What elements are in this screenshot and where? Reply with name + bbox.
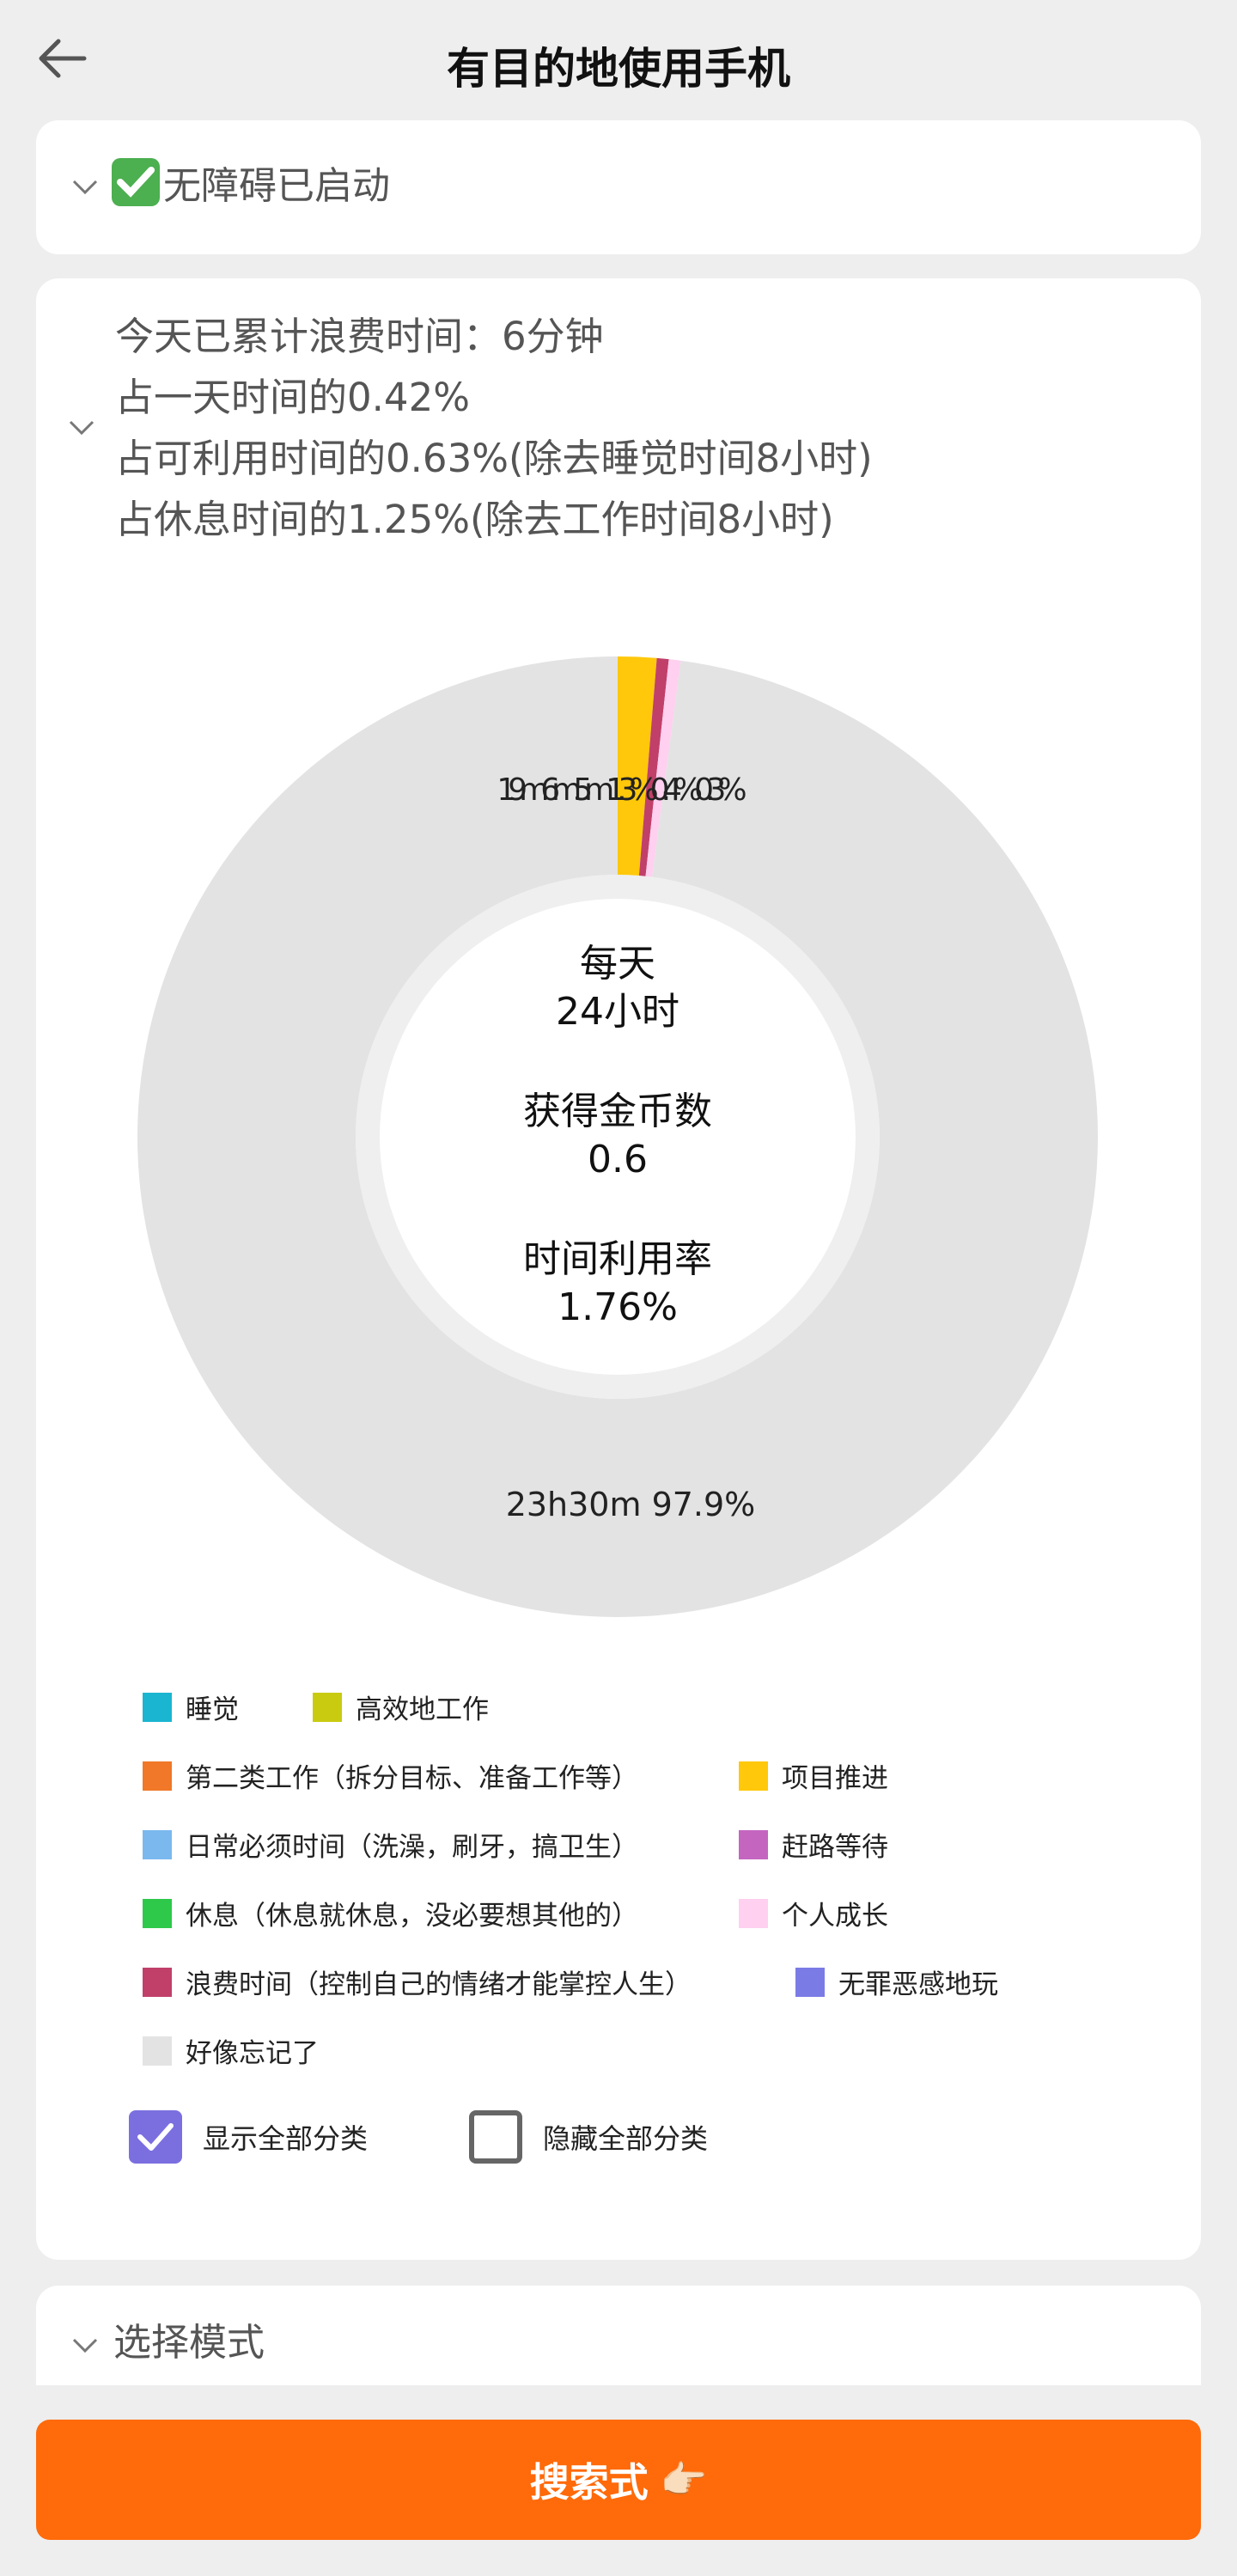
legend-item: 第二类工作（拆分目标、准备工作等） xyxy=(143,1756,638,1795)
legend-item: 无罪恶感地玩 xyxy=(795,1963,998,2001)
legend-item: 浪费时间（控制自己的情绪才能掌控人生） xyxy=(143,1963,692,2001)
time-stats-card: 今天已累计浪费时间：6分钟 占一天时间的0.42% 占可利用时间的0.63%(除… xyxy=(36,278,1201,2260)
checkbox-checked-icon[interactable] xyxy=(129,2110,182,2164)
show-all-checkbox[interactable]: 显示全部分类 xyxy=(129,2110,368,2164)
chevron-down-icon[interactable] xyxy=(70,172,100,201)
legend-item: 休息（休息就休息，没必要想其他的） xyxy=(143,1894,638,1932)
slice-label: 23h30m 97.9% xyxy=(506,1486,756,1523)
slice-small-labels: 19m6m5m1.3%0.4%0.3% xyxy=(497,772,746,808)
legend-item: 个人成长 xyxy=(739,1894,888,1932)
center-day: 每天 xyxy=(580,942,655,986)
stat-line: 占可利用时间的0.63%(除去睡觉时间8小时) xyxy=(115,436,873,481)
legend-item: 高效地工作 xyxy=(313,1688,489,1726)
legend-item: 赶路等待 xyxy=(739,1825,888,1864)
coin-info: 获得金币数 0.6 xyxy=(137,1088,1098,1184)
hide-all-label: 隐藏全部分类 xyxy=(543,2122,709,2155)
waste-stats: 今天已累计浪费时间：6分钟 占一天时间的0.42% 占可利用时间的0.63%(除… xyxy=(115,306,873,550)
pointing-hand-icon: 👉🏻 xyxy=(660,2458,708,2502)
center-hours: 24小时 xyxy=(556,990,679,1034)
legend-swatch xyxy=(739,1898,768,1928)
checkbox-unchecked-icon[interactable] xyxy=(469,2110,522,2164)
legend-swatch xyxy=(313,1692,342,1722)
legend-swatch xyxy=(739,1761,768,1791)
legend-swatch xyxy=(795,1967,825,1997)
coin-value: 0.6 xyxy=(588,1138,648,1181)
accessibility-status: 无障碍已启动 xyxy=(112,155,390,210)
coin-label: 获得金币数 xyxy=(523,1090,712,1133)
accessibility-label: 无障碍已启动 xyxy=(163,164,390,208)
legend-swatch xyxy=(739,1829,768,1859)
legend-swatch xyxy=(143,2036,172,2066)
donut-chart: 19m6m5m1.3%0.4%0.3% 23h30m 97.9% 每天 24小时 … xyxy=(137,656,1098,1617)
legend-item: 睡觉 xyxy=(143,1688,239,1726)
accessibility-card[interactable]: 无障碍已启动 xyxy=(36,120,1201,254)
legend-swatch xyxy=(143,1967,172,1997)
stat-line: 占一天时间的0.42% xyxy=(115,375,470,420)
stat-line: 占休息时间的1.25%(除去工作时间8小时) xyxy=(115,497,834,542)
stat-line: 今天已累计浪费时间：6分钟 xyxy=(115,314,604,359)
chevron-down-icon[interactable] xyxy=(67,412,96,442)
utilization-info: 时间利用率 1.76% xyxy=(137,1236,1098,1332)
page-title: 有目的地使用手机 xyxy=(447,44,790,94)
center-label: 每天 24小时 xyxy=(137,940,1098,1036)
top-bar: 有目的地使用手机 xyxy=(0,0,1237,120)
legend-item: 项目推进 xyxy=(739,1756,888,1795)
legend-item: 日常必须时间（洗澡，刷牙，搞卫生） xyxy=(143,1825,638,1864)
legend-swatch xyxy=(143,1761,172,1791)
legend-swatch xyxy=(143,1692,172,1722)
select-mode-title: 选择模式 xyxy=(113,2321,265,2365)
search-mode-button[interactable]: 搜索式 👉🏻 xyxy=(36,2420,1201,2540)
check-mark-icon xyxy=(112,158,160,206)
utilization-label: 时间利用率 xyxy=(523,1237,712,1281)
search-button-label: 搜索式 xyxy=(529,2459,649,2506)
legend-swatch xyxy=(143,1829,172,1859)
show-all-label: 显示全部分类 xyxy=(203,2122,369,2155)
hide-all-checkbox[interactable]: 隐藏全部分类 xyxy=(469,2110,708,2164)
chevron-down-icon[interactable] xyxy=(70,2330,100,2359)
legend-swatch xyxy=(143,1898,172,1928)
legend-item: 好像忘记了 xyxy=(143,2031,319,2070)
utilization-value: 1.76% xyxy=(558,1285,678,1329)
select-mode-card[interactable]: 选择模式 xyxy=(36,2286,1201,2385)
